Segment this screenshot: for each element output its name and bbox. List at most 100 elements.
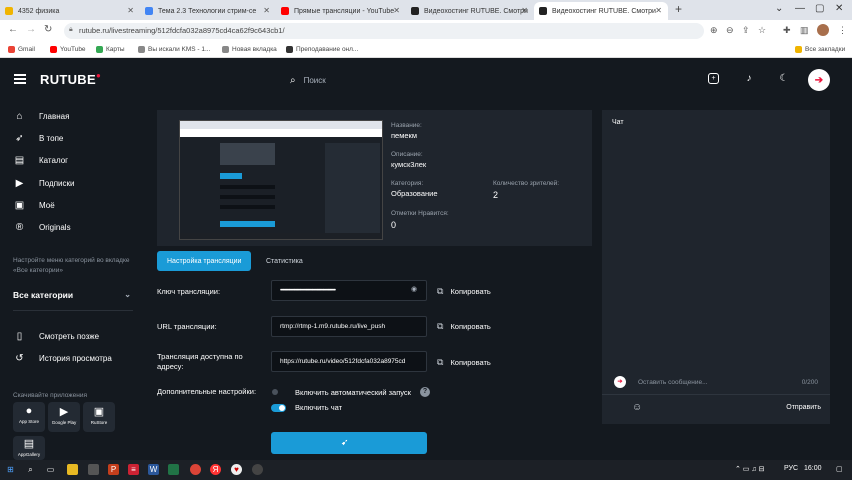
sidebar-item-originals[interactable]: ® Originals <box>13 220 71 234</box>
app-icon[interactable]: ≡ <box>128 464 139 475</box>
close-tab-icon[interactable]: ✕ <box>127 6 134 15</box>
autostart-toggle[interactable]: Включить автоматический запуск ? <box>271 387 430 397</box>
address-bar[interactable]: 🔒︎ rutube.ru/livestreaming/512fdcfa032a8… <box>64 23 704 39</box>
appgallery-button[interactable]: ▤ AppGallery <box>13 436 45 460</box>
copy-url-button[interactable]: ⧉ Копировать <box>437 321 491 332</box>
chat-message-input[interactable]: Оставить сообщение... <box>638 379 708 386</box>
chat-switch[interactable] <box>271 403 286 412</box>
theme-moon-icon[interactable]: ☾ <box>778 73 790 85</box>
browser-tab[interactable]: Прямые трансляции - YouTube ✕ <box>276 2 406 20</box>
sidebar-item-top[interactable]: ➶ В топе <box>13 131 63 145</box>
close-tab-icon[interactable]: ✕ <box>393 6 400 15</box>
chat-title: Чат <box>612 119 624 126</box>
browser-tab-active[interactable]: Видеохостинг RUTUBE. Смотри ✕ <box>534 2 668 20</box>
tray-icons[interactable]: ⌃ ▭ ♫ ⊟ <box>735 465 764 473</box>
start-stream-button[interactable]: ➹ <box>271 432 427 454</box>
stream-key-field[interactable]: ••••••••••••••••••••••••••••••••••••••••… <box>271 280 427 301</box>
tab-statistics[interactable]: Статистика <box>256 251 313 271</box>
chat-send-button[interactable]: Отправить <box>786 404 821 411</box>
app-icon[interactable] <box>88 464 99 475</box>
extensions-icon[interactable]: ✚ <box>783 25 791 36</box>
viewers-value: 2 <box>493 190 499 200</box>
folder-icon: ▣ <box>14 199 25 211</box>
rutube-logo[interactable]: RUTUBE● <box>40 71 101 87</box>
minimize-icon[interactable]: — <box>795 3 805 14</box>
sidebar-item-catalog[interactable]: ▤ Каталог <box>13 153 68 167</box>
word-icon[interactable]: W <box>148 464 159 475</box>
powerpoint-icon[interactable]: P <box>108 464 119 475</box>
sidebar-item-watch-later[interactable]: ▯ Смотреть позже <box>13 329 99 343</box>
stream-url-field[interactable]: rtmp://rtmp-1.m9.rutube.ru/live_push <box>271 316 427 337</box>
browser-tab[interactable]: Тема 2.3 Технологии стрим-се ✕ <box>140 2 276 20</box>
search-icon[interactable]: ⌕ <box>25 464 36 475</box>
clock[interactable]: 16:00 <box>804 465 822 472</box>
search-box[interactable]: ⌕ Поиск <box>290 71 590 89</box>
browser-tab[interactable]: Видеохостинг RUTUBE. Смотри ✕ <box>406 2 534 20</box>
task-view-icon[interactable]: ▭ <box>45 464 56 475</box>
close-tab-icon[interactable]: ✕ <box>263 6 270 15</box>
new-tab-button[interactable]: + <box>675 2 682 16</box>
chrome-icon[interactable] <box>190 464 201 475</box>
back-icon[interactable]: ← <box>8 24 18 35</box>
menu-burger-icon[interactable] <box>14 74 26 84</box>
search-input[interactable]: Поиск <box>304 76 326 85</box>
chat-panel: Чат ➔ Оставить сообщение... 0/200 ☺ Отпр… <box>602 110 830 424</box>
google-play-button[interactable]: ▶ Google Play <box>48 402 80 432</box>
star-icon[interactable]: ☆ <box>758 25 766 36</box>
keyboard-language[interactable]: РУС <box>784 465 798 472</box>
close-tab-icon[interactable]: ✕ <box>521 6 528 15</box>
sidebar-item-subscriptions[interactable]: ▶ Подписки <box>13 176 75 190</box>
rustore-button[interactable]: ▣ RuStore <box>83 402 115 432</box>
bookmark-gmail[interactable]: Gmail <box>8 46 35 53</box>
windows-start-icon[interactable]: ⊞ <box>5 464 16 475</box>
eye-toggle-icon[interactable]: ◉ <box>411 285 417 293</box>
copy-access-button[interactable]: ⧉ Копировать <box>437 357 491 368</box>
close-tab-icon[interactable]: ✕ <box>655 6 662 15</box>
help-icon[interactable]: ? <box>419 387 430 397</box>
bookmark-youtube[interactable]: YouTube <box>50 46 86 53</box>
reload-icon[interactable]: ↻ <box>44 24 52 35</box>
all-categories-toggle[interactable]: Все категории ⌄ <box>13 290 131 300</box>
app-icon[interactable]: ♥ <box>231 464 242 475</box>
yandex-icon[interactable]: Я <box>210 464 221 475</box>
name-value: пемекм <box>391 131 417 140</box>
maximize-icon[interactable]: ▢ <box>815 3 824 14</box>
sidebar-item-home[interactable]: ⌂ Главная <box>13 109 69 123</box>
bookmark-teaching[interactable]: Преподавание онл... <box>286 46 358 53</box>
file-explorer-icon[interactable] <box>67 464 78 475</box>
close-window-icon[interactable]: ✕ <box>835 3 843 14</box>
tab-search-icon[interactable]: ⌄ <box>775 3 783 14</box>
all-bookmarks[interactable]: Все закладки <box>795 46 845 53</box>
bell-icon[interactable]: ♪ <box>743 73 755 85</box>
chat-toggle[interactable]: Включить чат <box>271 403 342 412</box>
copy-key-button[interactable]: ⧉ Копировать <box>437 286 491 297</box>
share-icon[interactable]: ⇪ <box>742 25 750 36</box>
bookmark-maps[interactable]: Карты <box>96 46 125 53</box>
tab-stream-settings[interactable]: Настройка трансляции <box>157 251 252 271</box>
bookmark-newtab[interactable]: Новая вкладка <box>222 46 277 53</box>
notifications-icon[interactable]: ▢ <box>836 465 843 473</box>
forward-icon[interactable]: → <box>26 24 36 35</box>
app-icon[interactable] <box>252 464 263 475</box>
browser-tab[interactable]: 4352 физика ✕ <box>0 2 140 20</box>
emoji-icon[interactable]: ☺ <box>632 402 642 413</box>
user-avatar[interactable]: ➔ <box>808 69 830 91</box>
app-icon[interactable] <box>168 464 179 475</box>
zoom-icon[interactable]: ⊖ <box>726 25 734 36</box>
sidepanel-icon[interactable]: ▥ <box>800 25 809 36</box>
bookmark-kms[interactable]: Вы искали KMS - 1... <box>138 46 210 53</box>
sidebar-item-mine[interactable]: ▣ Моё <box>13 198 55 212</box>
sidebar-item-history[interactable]: ↺ История просмотра <box>13 351 112 365</box>
upload-icon[interactable]: + <box>708 73 719 84</box>
history-icon: ↺ <box>15 352 24 364</box>
app-store-button[interactable]: ● App Store <box>13 402 45 432</box>
bookmarks-bar: Gmail YouTube Карты Вы искали KMS - 1...… <box>0 42 852 58</box>
autostart-switch[interactable] <box>271 388 286 396</box>
install-app-icon[interactable]: ⊕ <box>710 25 718 36</box>
stream-preview-thumbnail[interactable] <box>179 120 383 240</box>
stream-access-field[interactable]: https://rutube.ru/video/512fdcfa032a8975… <box>271 351 427 372</box>
profile-avatar[interactable] <box>817 24 829 36</box>
tab-favicon-icon <box>281 7 289 15</box>
menu-icon[interactable]: ⋮ <box>838 25 847 36</box>
browser-tab-bar: 4352 физика ✕ Тема 2.3 Технологии стрим-… <box>0 0 852 20</box>
